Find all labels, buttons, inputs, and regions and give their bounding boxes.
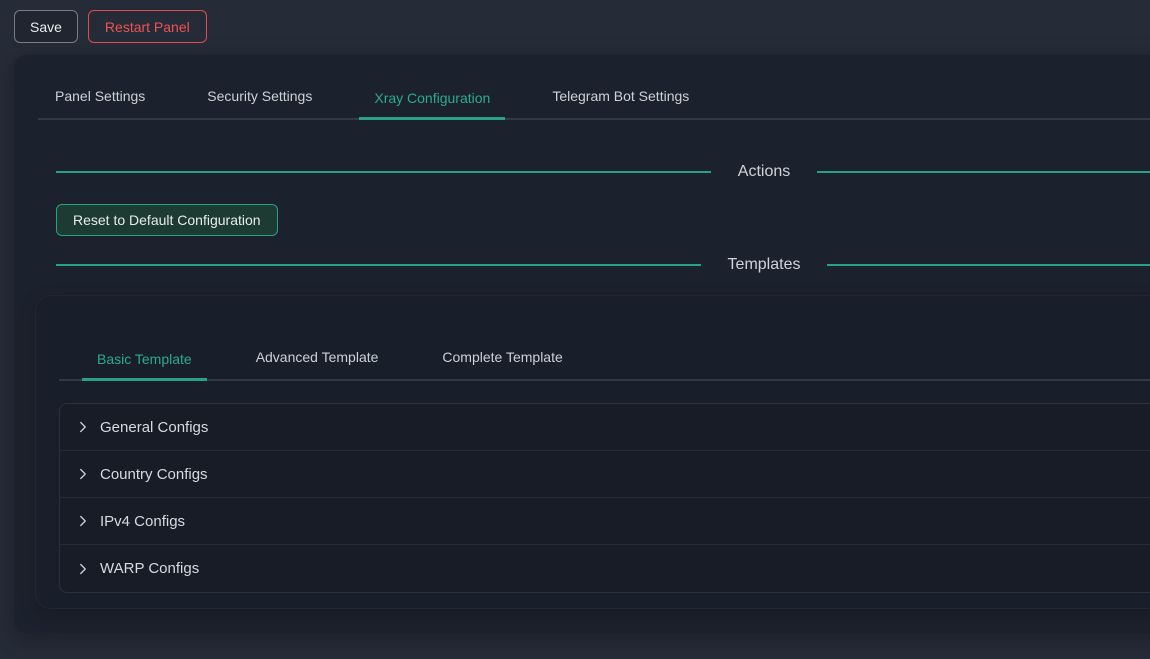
chevron-right-icon	[77, 515, 89, 527]
accordion-item-label: IPv4 Configs	[100, 513, 185, 530]
settings-tab-bar: Panel Settings Security Settings Xray Co…	[38, 55, 1150, 120]
accordion-item-label: WARP Configs	[100, 560, 199, 577]
tab-xray-configuration[interactable]: Xray Configuration	[359, 90, 505, 120]
tab-panel-settings[interactable]: Panel Settings	[40, 88, 160, 118]
accordion-item-general-configs[interactable]: General Configs	[60, 404, 1150, 451]
top-action-bar: Save Restart Panel	[0, 0, 1150, 43]
chevron-right-icon	[77, 421, 89, 433]
tab-complete-template[interactable]: Complete Template	[427, 349, 577, 379]
accordion-item-warp-configs[interactable]: WARP Configs	[60, 545, 1150, 592]
template-config-accordion: General Configs Country Configs	[59, 403, 1150, 593]
tab-telegram-bot-settings[interactable]: Telegram Bot Settings	[537, 88, 704, 118]
template-tab-bar: Basic Template Advanced Template Complet…	[59, 333, 1150, 381]
divider-line	[56, 171, 711, 173]
accordion-item-label: Country Configs	[100, 466, 208, 483]
chevron-right-icon	[77, 468, 89, 480]
divider-line	[56, 264, 701, 266]
reset-to-default-configuration-button[interactable]: Reset to Default Configuration	[56, 204, 278, 236]
tab-advanced-template[interactable]: Advanced Template	[241, 349, 394, 379]
accordion-item-country-configs[interactable]: Country Configs	[60, 451, 1150, 498]
templates-divider-title: Templates	[728, 256, 801, 274]
restart-panel-button[interactable]: Restart Panel	[88, 10, 207, 43]
divider-line	[817, 171, 1150, 173]
templates-card: Basic Template Advanced Template Complet…	[35, 295, 1150, 609]
templates-divider: Templates	[56, 256, 1150, 274]
actions-row: Reset to Default Configuration	[56, 181, 1150, 236]
xray-configuration-panel: Actions Reset to Default Configuration T…	[38, 163, 1150, 609]
accordion-item-label: General Configs	[100, 419, 208, 436]
tab-security-settings[interactable]: Security Settings	[192, 88, 327, 118]
accordion-item-ipv4-configs[interactable]: IPv4 Configs	[60, 498, 1150, 545]
settings-card: Panel Settings Security Settings Xray Co…	[14, 55, 1150, 633]
save-button[interactable]: Save	[14, 10, 78, 43]
actions-divider-title: Actions	[738, 163, 790, 181]
actions-divider: Actions	[56, 163, 1150, 181]
tab-basic-template[interactable]: Basic Template	[82, 351, 207, 381]
divider-line	[827, 264, 1150, 266]
chevron-right-icon	[77, 563, 89, 575]
page: Save Restart Panel Panel Settings Securi…	[0, 0, 1150, 659]
